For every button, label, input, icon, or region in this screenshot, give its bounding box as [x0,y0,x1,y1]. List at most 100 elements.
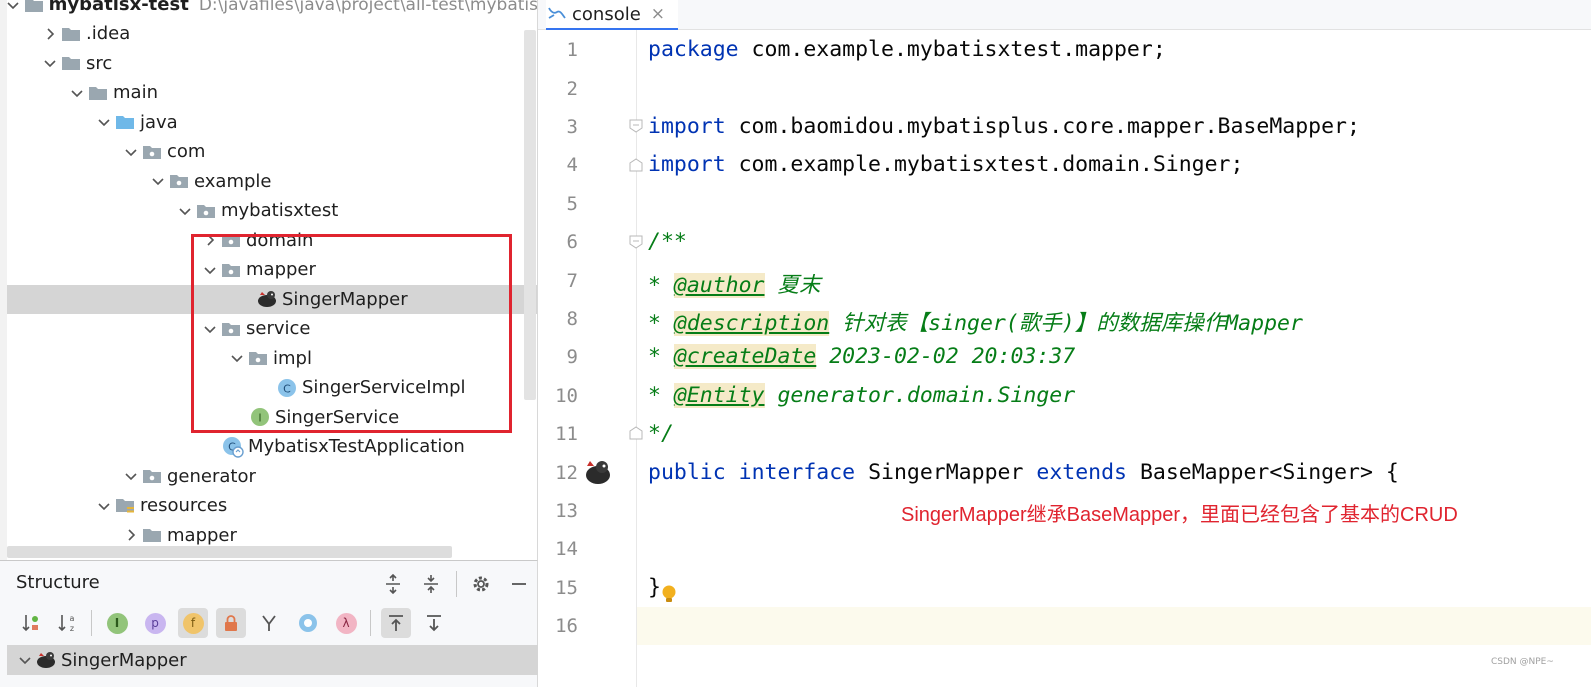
package-icon [141,142,163,162]
tree-item-main[interactable]: main [0,78,537,108]
chevron-right-icon[interactable] [40,24,60,44]
tree-item-mapper-package[interactable]: mapper [0,255,537,285]
tab-label: console [572,3,641,25]
tree-item-singer-service-impl[interactable]: C SingerServiceImpl [0,373,537,403]
code-line-4[interactable]: import com.example.mybatisxtest.domain.S… [648,152,1243,177]
sort-by-visibility-button[interactable] [16,608,46,638]
tree-item-label: impl [273,347,312,369]
line-number: 12 [555,462,578,484]
code-line-6[interactable]: /** [648,229,687,254]
fold-end-icon[interactable] [629,426,643,440]
chevron-down-icon[interactable] [175,201,195,221]
code-line-15[interactable]: } [648,575,661,600]
keyword: package [648,37,739,62]
lightbulb-icon[interactable] [661,584,677,606]
tab-console[interactable]: console × [546,0,678,30]
code-line-11[interactable]: */ [648,421,674,446]
tree-item-src[interactable]: src [0,49,537,79]
code-line-1[interactable]: package com.example.mybatisxtest.mapper; [648,37,1166,62]
structure-root-item[interactable]: SingerMapper [7,645,538,675]
line-number: 2 [566,78,578,100]
line-number: 16 [555,615,578,637]
collapse-all-button[interactable] [416,569,446,599]
show-inherited-button[interactable]: I [102,608,132,638]
code-line-3[interactable]: import com.baomidou.mybatisplus.core.map… [648,114,1360,139]
tree-item-mybatisx-test-application[interactable]: C MybatisxTestApplication [0,432,537,462]
chevron-down-icon[interactable] [227,348,247,368]
project-path: D:\javafiles\java\project\all-test\mybat… [198,0,538,15]
tree-item-project-root[interactable]: mybatisx-test D:\javafiles\java\project\… [0,0,538,20]
settings-button[interactable] [466,569,496,599]
keyword: import [648,152,726,177]
tree-item-label: domain [246,229,314,251]
tree-item-example[interactable]: example [0,167,537,197]
close-icon[interactable]: × [651,4,665,24]
chevron-down-icon[interactable] [200,260,220,280]
expand-all-button[interactable] [378,569,408,599]
show-non-public-button[interactable] [216,608,246,638]
tree-item-domain[interactable]: domain [0,226,537,256]
code-line-12[interactable]: public interface SingerMapper extends Ba… [648,460,1399,485]
chevron-down-icon[interactable] [3,0,23,15]
folder-icon [23,0,45,15]
chevron-down-icon[interactable] [121,142,141,162]
svg-text:I: I [258,412,261,425]
show-hierarchy-button[interactable] [254,608,284,638]
chevron-down-icon[interactable] [40,53,60,73]
chevron-down-icon[interactable] [200,319,220,339]
tree-item-java[interactable]: java [0,108,537,138]
code-line-10[interactable]: * @Entity generator.domain.Singer [648,383,1075,408]
show-properties-button[interactable]: p [140,608,170,638]
tree-item-com[interactable]: com [0,137,537,167]
code-line-9[interactable]: * @createDate 2023-02-02 20:03:37 [648,344,1075,369]
spring-boot-class-icon: C [222,436,244,458]
interface-name: SingerMapper [868,460,1024,485]
tree-vertical-scrollbar[interactable] [524,30,536,400]
minimize-button[interactable] [504,569,534,599]
chevron-right-icon[interactable] [200,230,220,250]
chevron-down-icon[interactable] [121,466,141,486]
sort-alphabetically-button[interactable]: az [52,608,82,638]
tree-item-service[interactable]: service [0,314,537,344]
tree-item-singer-mapper[interactable]: SingerMapper [7,284,537,314]
mybatis-navigate-icon[interactable] [582,457,614,487]
fold-marker-icon[interactable] [629,235,643,249]
chevron-down-icon[interactable] [94,496,114,516]
chevron-down-icon[interactable] [94,112,114,132]
tree-horizontal-scrollbar[interactable] [7,546,452,558]
show-fields-button[interactable]: f [178,608,208,638]
toolbar-separator [456,571,457,597]
chevron-down-icon[interactable] [67,83,87,103]
tree-item-resources[interactable]: resources [0,491,537,521]
show-anonymous-button[interactable] [293,608,323,638]
line-number: 5 [566,193,578,215]
package-icon [220,260,242,280]
code-line-7[interactable]: * @author 夏末 [648,268,820,299]
doc-text: 夏末 [764,273,821,298]
doc-star: * [648,311,674,336]
chevron-down-icon[interactable] [15,650,35,670]
code-text: com.example.mybatisxtest.domain.Singer; [725,152,1244,177]
show-lambdas-button[interactable]: λ [331,608,361,638]
tree-item-mybatisxtest[interactable]: mybatisxtest [0,196,537,226]
tree-item-generator[interactable]: generator [0,462,537,492]
tree-item-idea[interactable]: .idea [0,19,537,49]
fold-marker-icon[interactable] [629,119,643,133]
tree-item-label: main [113,82,158,104]
tree-item-singer-service[interactable]: I SingerService [0,403,537,433]
autoscroll-from-source-button[interactable] [419,608,449,638]
chevron-down-icon[interactable] [148,171,168,191]
toolbar-separator [91,610,92,636]
tree-item-label: service [246,318,311,340]
collapse-all-icon [424,575,438,593]
package-icon [195,201,217,221]
structure-title: Structure [16,572,100,593]
code-line-8[interactable]: * @description 针对表【singer(歌手)】的数据库操作Mapp… [648,306,1303,337]
resources-folder-icon [114,496,136,516]
doc-star: * [648,383,674,408]
fold-end-icon[interactable] [629,158,643,172]
doc-text: 2023-02-02 20:03:37 [816,344,1076,369]
autoscroll-to-source-button[interactable] [381,608,411,638]
tree-item-impl[interactable]: impl [0,344,537,374]
chevron-right-icon[interactable] [121,525,141,545]
